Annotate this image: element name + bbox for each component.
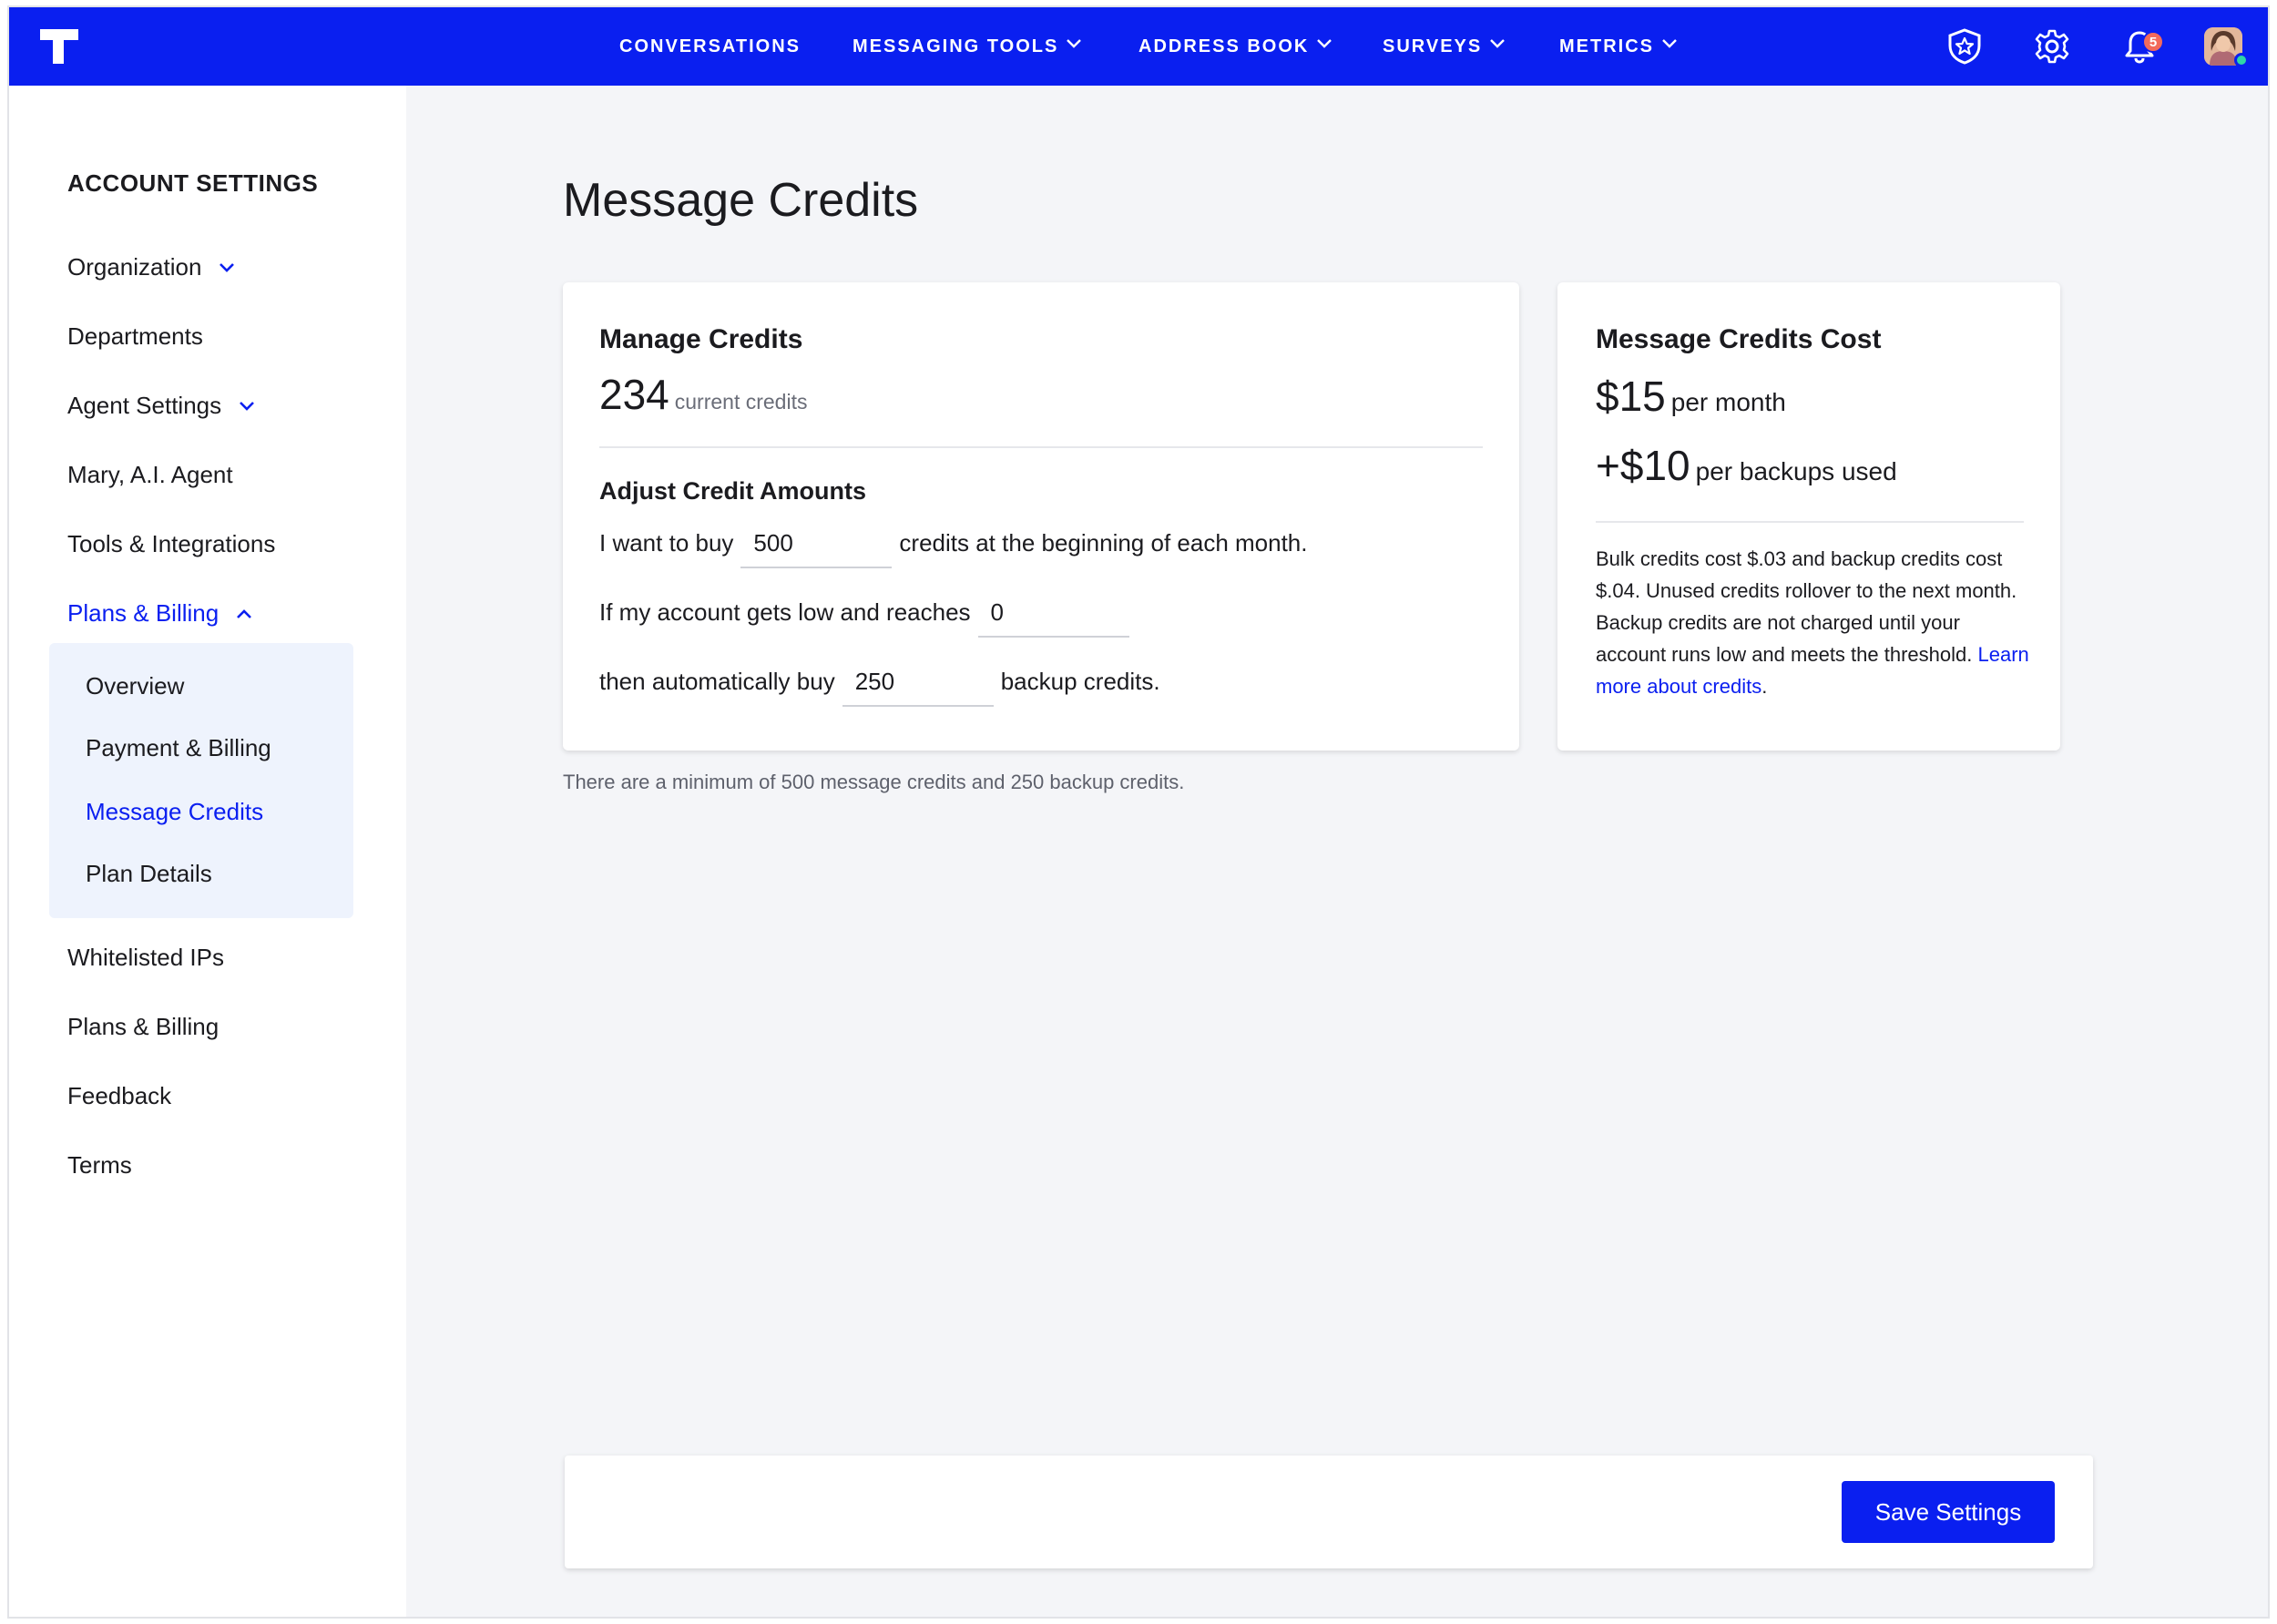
chevron-up-icon (237, 608, 252, 618)
cost-heading: Message Credits Cost (1596, 324, 1882, 354)
cost-description: Bulk credits cost $.03 and backup credit… (1596, 543, 2033, 702)
backup-price-value: +$10 (1596, 442, 1690, 489)
monthly-price: $15 per month (1596, 372, 1786, 421)
shield-star-button[interactable] (1944, 26, 1986, 67)
chevron-down-icon (1662, 39, 1677, 48)
row-text: then automatically buy (599, 667, 835, 695)
submenu-item-plan-details[interactable]: Plan Details (86, 860, 212, 888)
sidebar-item-feedback[interactable]: Feedback (67, 1082, 171, 1110)
chevron-down-icon (220, 262, 235, 272)
nav-label: CONVERSATIONS (619, 36, 801, 56)
message-credits-cost-card: Message Credits Cost $15 per month +$10 pe… (1557, 282, 2060, 751)
backup-price: +$10 per backups used (1596, 441, 1897, 490)
sidebar-item-label: Departments (67, 322, 203, 350)
sidebar-item-departments[interactable]: Departments (67, 322, 203, 351)
online-status-dot (2234, 53, 2249, 67)
app-window: CONVERSATIONS MESSAGING TOOLS ADDRESS BO… (7, 5, 2270, 1619)
submenu-item-overview[interactable]: Overview (86, 672, 184, 700)
notification-count-badge: 5 (2142, 31, 2164, 53)
notifications-button[interactable]: 5 (2119, 26, 2164, 67)
sidebar-title: ACCOUNT SETTINGS (67, 169, 319, 197)
sidebar-item-plans-billing-2[interactable]: Plans & Billing (67, 1013, 219, 1041)
submenu-item-message-credits[interactable]: Message Credits (86, 798, 263, 826)
low-threshold-input[interactable] (977, 598, 1129, 638)
row-text: I want to buy (599, 528, 734, 557)
sidebar-item-label: Plans & Billing (67, 599, 220, 627)
card-divider (1596, 521, 2024, 523)
row-text: credits at the beginning of each month. (899, 528, 1308, 557)
monthly-credits-input[interactable] (740, 528, 893, 568)
row-text: If my account gets low and reaches (599, 598, 971, 626)
minimum-credits-hint: There are a minimum of 500 message credi… (563, 771, 1185, 793)
main-content: Message Credits Manage Credits 234 curren… (406, 86, 2268, 1617)
nav-surveys[interactable]: SURVEYS (1383, 7, 1506, 86)
sidebar-item-label: Whitelisted IPs (67, 944, 224, 971)
sidebar-item-label: Mary, A.I. Agent (67, 461, 233, 488)
monthly-price-value: $15 (1596, 373, 1666, 420)
monthly-price-label: per month (1670, 388, 1786, 416)
save-settings-button[interactable]: Save Settings (1842, 1481, 2055, 1543)
nav-label: SURVEYS (1383, 36, 1483, 56)
punctuation: . (1761, 675, 1768, 698)
manage-credits-card: Manage Credits 234 current credits Adjust… (563, 282, 1519, 751)
nav-label: MESSAGING TOOLS (853, 36, 1059, 56)
sidebar-item-label: Terms (67, 1151, 132, 1179)
cost-description-text: Bulk credits cost $.03 and backup credit… (1596, 547, 2017, 666)
sidebar-item-label: Agent Settings (67, 392, 222, 419)
nav-metrics[interactable]: METRICS (1559, 7, 1678, 86)
nav-conversations[interactable]: CONVERSATIONS (619, 7, 801, 86)
current-credits: 234 current credits (599, 370, 807, 419)
save-footer-bar: Save Settings (565, 1455, 2093, 1568)
sidebar-item-tools-integrations[interactable]: Tools & Integrations (67, 530, 275, 558)
nav-address-book[interactable]: ADDRESS BOOK (1138, 7, 1333, 86)
chevron-down-icon (1490, 39, 1506, 48)
sidebar-item-agent-settings[interactable]: Agent Settings (67, 392, 256, 420)
plans-billing-submenu: Overview Payment & Billing Message Credi… (49, 643, 353, 918)
settings-sidebar: ACCOUNT SETTINGS Organization Department… (9, 86, 406, 1617)
chevron-down-icon (1317, 39, 1333, 48)
current-credits-label: current credits (674, 390, 808, 414)
page-title: Message Credits (563, 174, 919, 227)
chevron-down-icon (1067, 39, 1082, 48)
settings-button[interactable] (2031, 26, 2073, 67)
sidebar-item-mary-ai-agent[interactable]: Mary, A.I. Agent (67, 461, 233, 489)
row-text: backup credits. (1000, 667, 1160, 695)
top-navigation-bar: CONVERSATIONS MESSAGING TOOLS ADDRESS BO… (9, 7, 2268, 86)
nav-label: METRICS (1559, 36, 1654, 56)
gear-icon (2035, 29, 2069, 64)
main-nav: CONVERSATIONS MESSAGING TOOLS ADDRESS BO… (9, 7, 2268, 86)
sidebar-item-label: Organization (67, 253, 202, 281)
adjust-credit-amounts-heading: Adjust Credit Amounts (599, 477, 866, 505)
nav-label: ADDRESS BOOK (1138, 36, 1310, 56)
current-credits-value: 234 (599, 371, 669, 418)
chevron-down-icon (240, 401, 255, 411)
nav-messaging-tools[interactable]: MESSAGING TOOLS (853, 7, 1082, 86)
backup-price-label: per backups used (1695, 457, 1897, 485)
sidebar-item-organization[interactable]: Organization (67, 253, 236, 281)
card-divider (599, 446, 1483, 448)
submenu-item-payment-billing[interactable]: Payment & Billing (86, 734, 271, 762)
monthly-credits-row: I want to buy credits at the beginning o… (599, 528, 1308, 568)
low-threshold-row: If my account gets low and reaches (599, 598, 1137, 638)
shield-star-icon (1948, 28, 1981, 65)
backup-credits-row: then automatically buy backup credits. (599, 667, 1160, 707)
sidebar-item-label: Tools & Integrations (67, 530, 276, 557)
sidebar-item-whitelisted-ips[interactable]: Whitelisted IPs (67, 944, 224, 972)
manage-credits-heading: Manage Credits (599, 324, 803, 354)
sidebar-item-label: Feedback (67, 1082, 172, 1109)
sidebar-item-plans-billing[interactable]: Plans & Billing (67, 599, 253, 628)
sidebar-item-terms[interactable]: Terms (67, 1151, 132, 1180)
backup-credits-input[interactable] (842, 667, 994, 707)
sidebar-item-label: Plans & Billing (67, 1013, 220, 1040)
